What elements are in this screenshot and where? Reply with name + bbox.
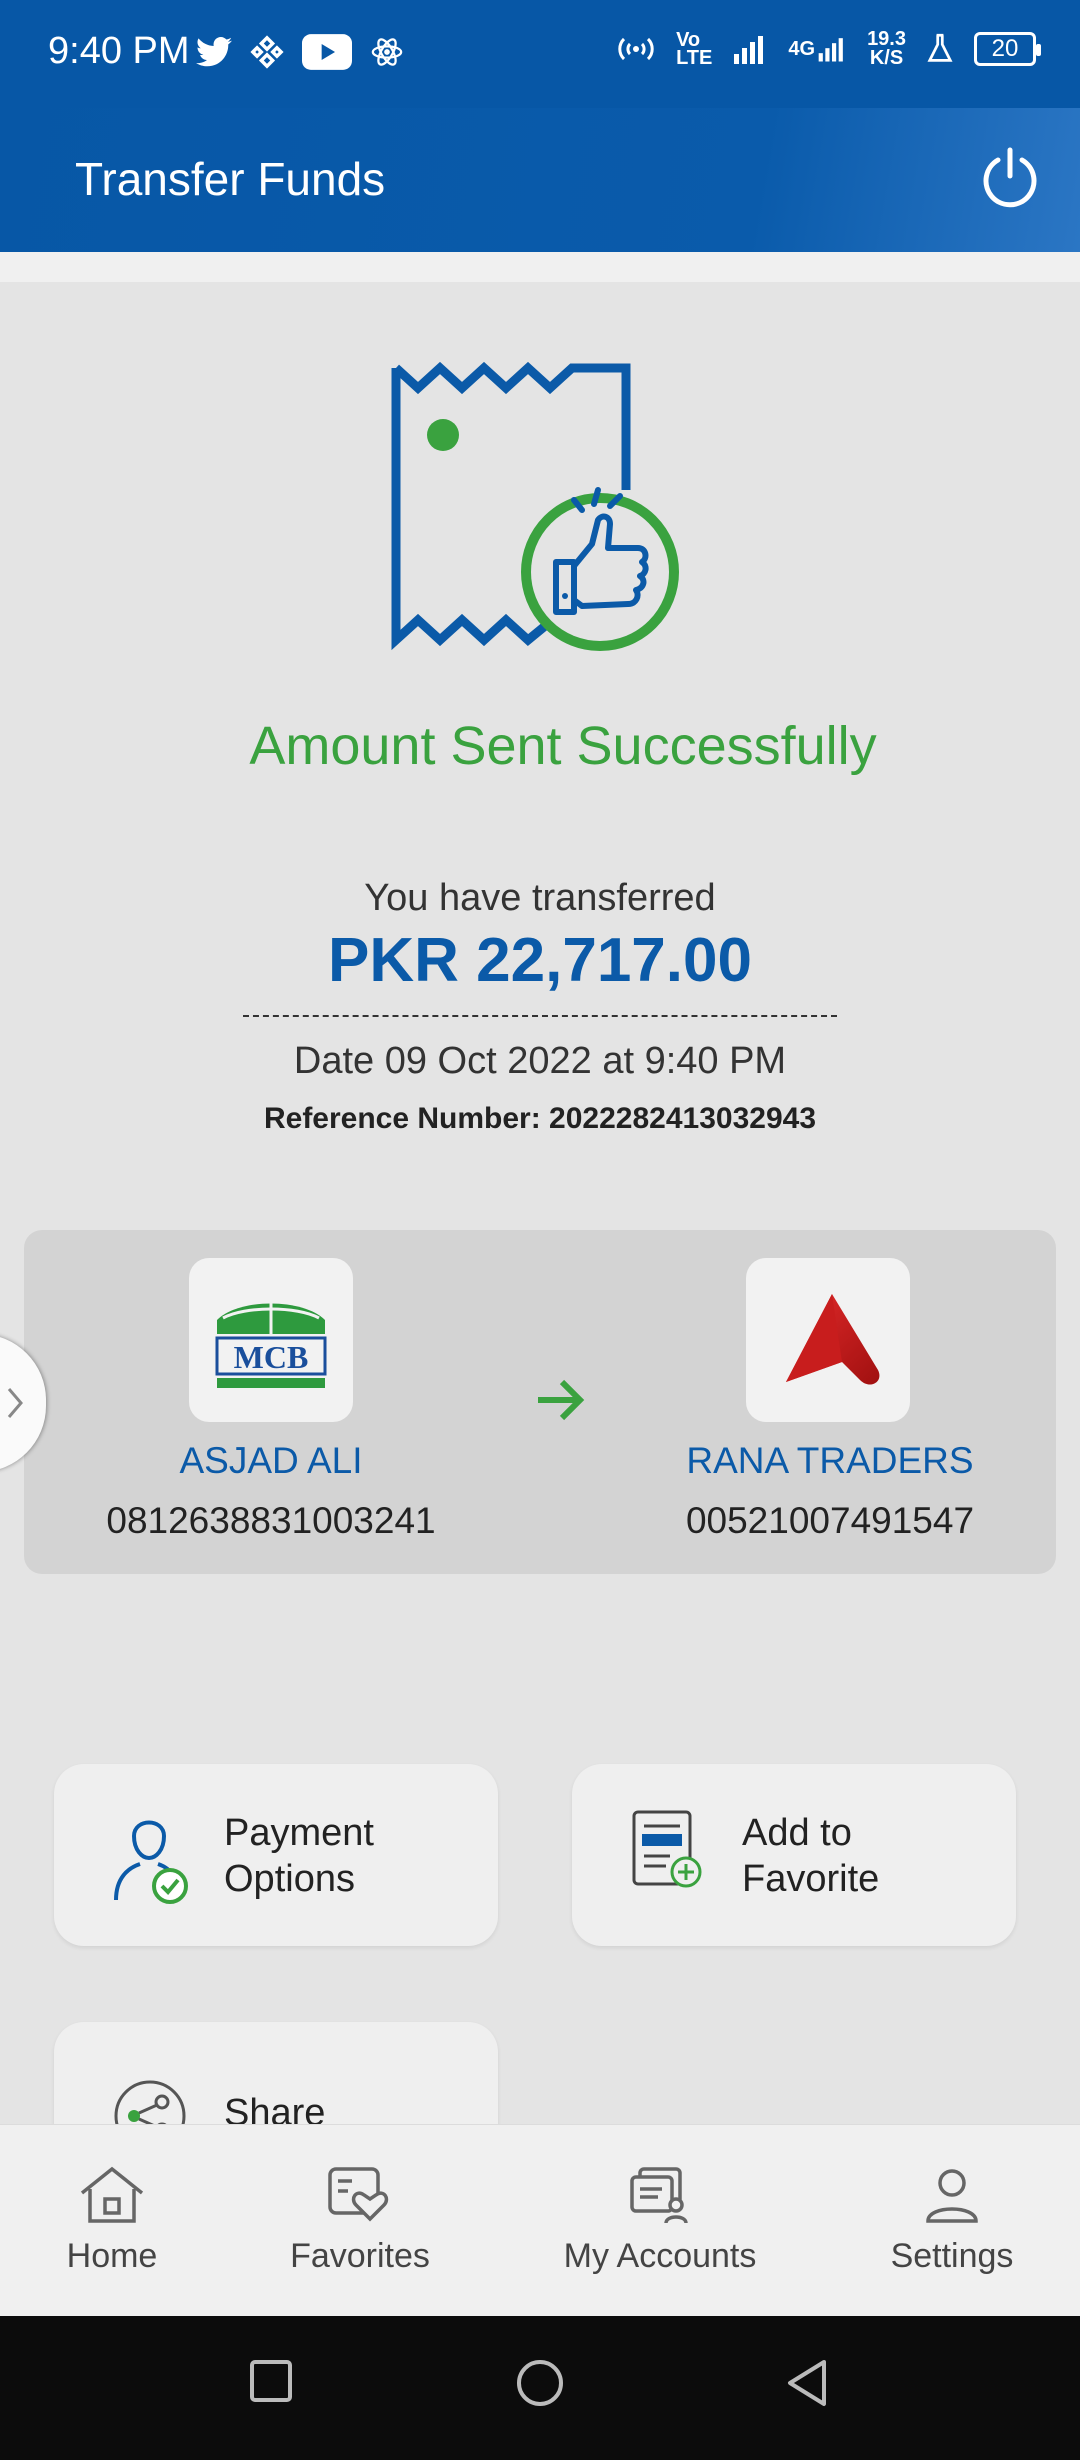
react-icon (371, 38, 403, 66)
receiver-account: 00521007491547 (685, 1500, 975, 1541)
home-circle-icon[interactable] (515, 2358, 565, 2408)
dashed-divider (243, 1015, 837, 1017)
status-bar: 9:40 PM Vo LTE 4G 19.3 K/S 20 (0, 0, 1080, 108)
user-check-icon (114, 1820, 188, 1904)
nav-my-accounts-label: My Accounts (563, 2237, 757, 2275)
transfer-date: Date 09 Oct 2022 at 9:40 PM (293, 1040, 787, 1082)
binance-icon (250, 35, 284, 69)
status-notification-icons (196, 34, 404, 70)
signal-icon (734, 36, 764, 64)
to-bank-logo (746, 1258, 910, 1422)
add-favorite-icon (632, 1810, 702, 1888)
chevron-right-icon (7, 1388, 23, 1418)
youtube-icon (302, 34, 352, 70)
nav-home-label: Home (66, 2237, 158, 2275)
sender-name: ASJAD ALI (179, 1440, 363, 1481)
reference-number: Reference Number: 2022282413032943 (263, 1102, 817, 1135)
system-navigation-bar (0, 2316, 1080, 2460)
payment-options-button[interactable]: Payment Options (54, 1764, 498, 1946)
mcb-logo: MCB (215, 1302, 327, 1388)
nav-settings-label: Settings (890, 2237, 1014, 2275)
success-title: Amount Sent Successfully (249, 716, 877, 776)
hotspot-icon (618, 37, 654, 61)
recents-icon[interactable] (248, 2358, 294, 2404)
receiver-name: RANA TRADERS (686, 1440, 974, 1481)
sender-account: 0812638831003241 (106, 1500, 436, 1541)
accounts-icon (630, 2167, 688, 2224)
transfer-label: You have transferred (364, 877, 716, 919)
network-speed: 19.3 K/S (867, 28, 906, 69)
settings-user-icon (926, 2169, 978, 2223)
nav-home[interactable]: Home (30, 2125, 194, 2317)
header-divider (0, 252, 1080, 282)
add-to-favorite-button[interactable]: Add to Favorite (572, 1764, 1016, 1946)
battery-icon: 20 (974, 32, 1041, 66)
app-header: Transfer Funds (0, 108, 1080, 252)
receipt-success-icon (391, 361, 679, 651)
favorites-icon (328, 2167, 389, 2222)
red-arrow-logo-icon (786, 1294, 880, 1385)
svg-text:MCB: MCB (234, 1339, 309, 1375)
back-icon[interactable] (784, 2358, 830, 2408)
flask-icon (927, 33, 953, 62)
nav-favorites[interactable]: Favorites (270, 2125, 450, 2317)
volte-indicator: Vo LTE (676, 29, 713, 69)
nav-favorites-label: Favorites (290, 2237, 430, 2275)
power-icon[interactable] (976, 144, 1044, 212)
from-bank-logo: MCB (189, 1258, 353, 1422)
payment-options-label: Payment Options (224, 1812, 374, 1900)
page-title: Transfer Funds (75, 153, 386, 205)
status-time: 9:40 PM (48, 30, 190, 72)
home-icon (80, 2166, 144, 2223)
transfer-amount: PKR 22,717.00 (328, 926, 752, 995)
signal-4g-indicator: 4G (788, 34, 847, 64)
status-system-icons: Vo LTE 4G 19.3 K/S 20 (616, 28, 1041, 69)
arrow-right-icon (538, 1379, 585, 1421)
nav-settings[interactable]: Settings (860, 2125, 1044, 2317)
twitter-icon (196, 37, 232, 67)
add-to-favorite-label: Add to Favorite (742, 1812, 880, 1900)
nav-my-accounts[interactable]: My Accounts (540, 2125, 780, 2317)
bottom-navigation: Home Favorites My Accounts Settings (0, 2124, 1080, 2316)
